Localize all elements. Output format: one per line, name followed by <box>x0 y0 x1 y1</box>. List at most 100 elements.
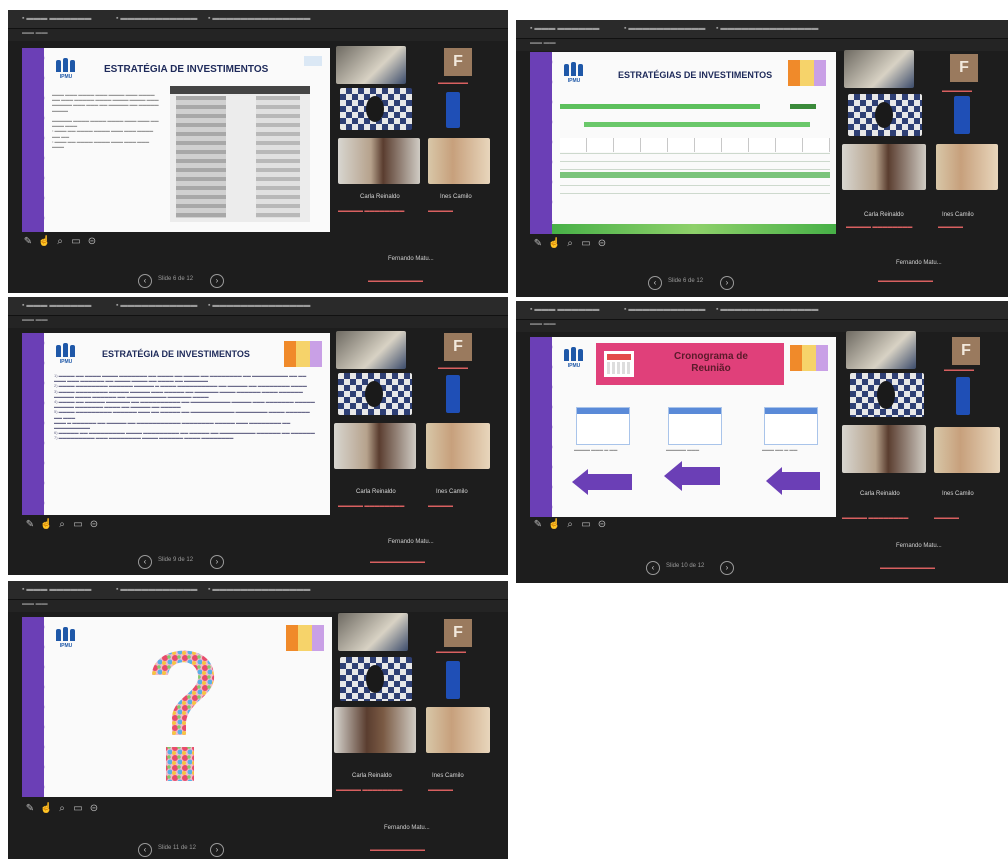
browser-tab[interactable]: ▪ ▬▬▬▬▬▬▬▬▬▬▬▬▬▬ <box>208 301 310 311</box>
participant-video-carla[interactable] <box>338 138 420 184</box>
participant-status: ▬▬▬▬▬ ▬▬▬▬▬▬▬▬ <box>842 515 909 521</box>
arrow-left-icon[interactable] <box>766 467 820 495</box>
slide-wave-decoration <box>22 48 50 232</box>
participant-video[interactable] <box>338 373 412 415</box>
browser-tab[interactable]: ▪ ▬▬▬▬▬▬▬▬▬▬▬▬▬▬ <box>716 24 818 34</box>
prev-slide-icon[interactable]: ‹ <box>138 843 152 857</box>
pen-icon[interactable]: ✎ <box>532 238 544 250</box>
browser-tab[interactable]: ▪ ▬▬▬▬▬▬▬▬▬▬▬▬▬▬ <box>208 585 310 595</box>
magnify-icon[interactable]: ⌕ <box>56 803 68 815</box>
browser-tab[interactable]: ▪ ▬▬▬ ▬▬▬▬▬▬ <box>530 24 599 34</box>
meeting-toolbar: ▬▬ ▬▬ <box>516 39 1008 51</box>
magnify-icon[interactable]: ⌕ <box>564 238 576 250</box>
participant-video[interactable] <box>340 657 412 701</box>
participant-video[interactable] <box>850 373 924 417</box>
screen-icon[interactable]: ▭ <box>72 519 84 531</box>
pen-icon[interactable]: ✎ <box>24 803 36 815</box>
participant-video-ines[interactable] <box>426 423 490 469</box>
participant-name-label: ▬▬▬▬▬▬ <box>436 649 466 655</box>
prev-slide-icon[interactable]: ‹ <box>648 276 662 290</box>
browser-tab[interactable]: ▪ ▬▬▬▬▬▬▬▬▬▬▬ <box>624 305 705 315</box>
chart-decoration <box>284 341 322 367</box>
participant-avatar[interactable]: F <box>444 333 472 361</box>
pen-icon[interactable]: ✎ <box>532 519 544 531</box>
next-slide-icon[interactable]: › <box>720 276 734 290</box>
next-slide-icon[interactable]: › <box>210 274 224 288</box>
meeting-card[interactable] <box>668 407 722 445</box>
browser-tab[interactable]: ▪ ▬▬▬▬▬▬▬▬▬▬▬ <box>624 24 705 34</box>
participant-video-carla[interactable] <box>842 425 926 473</box>
screen-icon[interactable]: ▭ <box>580 238 592 250</box>
participant-name: Ines Camilo <box>942 212 974 218</box>
prev-slide-icon[interactable]: ‹ <box>646 561 660 575</box>
next-slide-icon[interactable]: › <box>210 843 224 857</box>
more-icon[interactable]: ⊝ <box>88 519 100 531</box>
next-slide-icon[interactable]: › <box>720 561 734 575</box>
prev-slide-icon[interactable]: ‹ <box>138 555 152 569</box>
magnify-icon[interactable]: ⌕ <box>56 519 68 531</box>
meeting-window-3: ▪ ▬▬▬ ▬▬▬▬▬▬ ▪ ▬▬▬▬▬▬▬▬▬▬▬ ▪ ▬▬▬▬▬▬▬▬▬▬▬… <box>8 297 508 575</box>
browser-tab[interactable]: ▪ ▬▬▬ ▬▬▬▬▬▬ <box>22 301 91 311</box>
magnify-icon[interactable]: ⌕ <box>54 236 66 248</box>
pointer-icon[interactable]: ☝ <box>548 238 560 250</box>
participant-video[interactable] <box>336 331 406 369</box>
pointer-icon[interactable]: ☝ <box>40 803 52 815</box>
participant-video[interactable] <box>954 96 970 134</box>
browser-tab[interactable]: ▪ ▬▬▬▬▬▬▬▬▬▬▬ <box>116 14 197 24</box>
browser-tab[interactable]: ▪ ▬▬▬▬▬▬▬▬▬▬▬ <box>116 301 197 311</box>
participant-video[interactable] <box>446 92 460 128</box>
participant-video[interactable] <box>446 661 460 699</box>
more-icon[interactable]: ⊝ <box>596 519 608 531</box>
browser-tab[interactable]: ▪ ▬▬▬ ▬▬▬▬▬▬ <box>22 585 91 595</box>
participant-video-carla[interactable] <box>842 144 926 190</box>
pointer-icon[interactable]: ☝ <box>548 519 560 531</box>
participant-video[interactable] <box>956 377 970 415</box>
browser-tab[interactable]: ▪ ▬▬▬▬▬▬▬▬▬▬▬▬▬▬ <box>208 14 310 24</box>
magnify-icon[interactable]: ⌕ <box>564 519 576 531</box>
arrow-left-icon[interactable] <box>664 461 720 491</box>
browser-tab[interactable]: ▪ ▬▬▬▬▬▬▬▬▬▬▬▬▬▬ <box>716 305 818 315</box>
next-slide-icon[interactable]: › <box>210 555 224 569</box>
participant-video[interactable] <box>446 375 460 413</box>
more-icon[interactable]: ⊝ <box>596 238 608 250</box>
participant-video[interactable] <box>848 94 922 136</box>
pen-icon[interactable]: ✎ <box>22 236 34 248</box>
participant-status: ▬▬▬▬▬ ▬▬▬▬▬▬▬▬ <box>336 787 403 793</box>
participant-video-ines[interactable] <box>426 707 490 753</box>
participant-video-carla[interactable] <box>334 423 416 469</box>
participant-avatar[interactable]: F <box>952 337 980 365</box>
participant-video-carla[interactable] <box>334 707 416 753</box>
participant-video[interactable] <box>846 331 916 369</box>
prev-slide-icon[interactable]: ‹ <box>138 274 152 288</box>
participant-video[interactable] <box>338 613 408 651</box>
browser-tab[interactable]: ▪ ▬▬▬ ▬▬▬▬▬▬ <box>530 305 599 315</box>
participant-avatar[interactable]: F <box>444 48 472 76</box>
meeting-window-1: ▪ ▬▬▬ ▬▬▬▬▬▬ ▪ ▬▬▬▬▬▬▬▬▬▬▬ ▪ ▬▬▬▬▬▬▬▬▬▬▬… <box>8 10 508 293</box>
participant-video[interactable] <box>336 46 406 84</box>
participant-video[interactable] <box>340 88 412 130</box>
screen-icon[interactable]: ▭ <box>70 236 82 248</box>
participant-video-ines[interactable] <box>936 144 998 190</box>
more-icon[interactable]: ⊝ <box>88 803 100 815</box>
screen-icon[interactable]: ▭ <box>580 519 592 531</box>
meeting-card[interactable] <box>576 407 630 445</box>
arrow-left-icon[interactable] <box>572 469 632 495</box>
browser-tab[interactable]: ▪ ▬▬▬ ▬▬▬▬▬▬ <box>22 14 91 24</box>
pointer-icon[interactable]: ☝ <box>40 519 52 531</box>
more-icon[interactable]: ⊝ <box>86 236 98 248</box>
participant-video-ines[interactable] <box>428 138 490 184</box>
pointer-icon[interactable]: ☝ <box>38 236 50 248</box>
participant-avatar[interactable]: F <box>444 619 472 647</box>
meeting-card[interactable] <box>764 407 818 445</box>
participant-avatar[interactable]: F <box>950 54 978 82</box>
participant-video[interactable] <box>844 50 914 88</box>
browser-tab[interactable]: ▪ ▬▬▬▬▬▬▬▬▬▬▬ <box>116 585 197 595</box>
presenter-name: Fernando Matu... <box>388 539 434 545</box>
participant-video-ines[interactable] <box>934 427 1000 473</box>
presenter-name: Fernando Matu... <box>896 543 942 549</box>
annotation-toolbar: ✎ ☝ ⌕ ▭ ⊝ <box>532 519 642 533</box>
pen-icon[interactable]: ✎ <box>24 519 36 531</box>
screen-icon[interactable]: ▭ <box>72 803 84 815</box>
meeting-toolbar: ▬▬ ▬▬ <box>516 320 1008 332</box>
participant-status: ▬▬▬▬▬ <box>428 208 453 214</box>
